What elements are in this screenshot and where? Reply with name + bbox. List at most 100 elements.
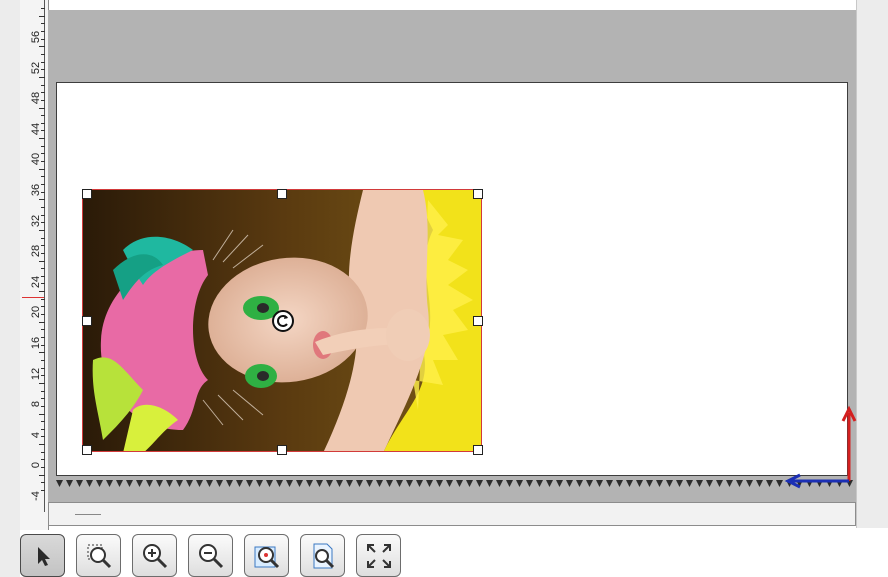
ruler-tick bbox=[41, 337, 45, 338]
ruler-label: 4 bbox=[30, 431, 42, 438]
ruler-tick-triangle bbox=[526, 480, 533, 487]
resize-handle-left[interactable] bbox=[82, 316, 92, 326]
ruler-tick bbox=[41, 482, 45, 484]
fit-to-window-button[interactable] bbox=[356, 534, 401, 577]
ruler-tick-triangle bbox=[256, 480, 263, 487]
ruler-tick-triangle bbox=[456, 480, 463, 487]
zoom-page-button[interactable] bbox=[300, 534, 345, 577]
resize-handle-top[interactable] bbox=[277, 189, 287, 199]
ruler-tick bbox=[41, 115, 45, 117]
ruler-tick-triangle bbox=[156, 480, 163, 487]
ruler-tick-triangle bbox=[486, 480, 493, 487]
ruler-tick-triangle bbox=[576, 480, 583, 487]
ruler-tick bbox=[41, 421, 45, 423]
resize-handle-bottom[interactable] bbox=[277, 445, 287, 455]
ruler-tick bbox=[41, 298, 45, 300]
ruler-tick-triangle bbox=[546, 480, 553, 487]
ruler-tick bbox=[41, 459, 45, 461]
ruler-label: 8 bbox=[30, 401, 42, 408]
ruler-tick bbox=[41, 398, 45, 400]
ruler-tick-triangle bbox=[126, 480, 133, 487]
ruler-tick-triangle bbox=[406, 480, 413, 487]
ruler-tick bbox=[41, 84, 45, 86]
ruler-tick-triangle bbox=[376, 480, 383, 487]
zoom-region-button[interactable] bbox=[76, 534, 121, 577]
ruler-tick bbox=[41, 184, 45, 185]
ruler-tick-triangle bbox=[96, 480, 103, 487]
ruler-tick-triangle bbox=[366, 480, 373, 487]
ruler-tick-triangle bbox=[496, 480, 503, 487]
ruler-tick-triangle bbox=[626, 480, 633, 487]
ruler-tick bbox=[41, 275, 45, 277]
ruler-tick-triangle bbox=[76, 480, 83, 487]
bottom-ruler-ticks bbox=[56, 480, 853, 487]
ruler-label: 16 bbox=[30, 336, 42, 350]
zoom-page-icon bbox=[313, 543, 334, 568]
ruler-label: -4 bbox=[30, 491, 42, 501]
ruler-label: 28 bbox=[30, 245, 42, 258]
scroll-grip[interactable] bbox=[75, 514, 101, 515]
ruler-tick-triangle bbox=[176, 480, 183, 487]
zoom-out-button[interactable] bbox=[188, 534, 233, 577]
ruler-tick bbox=[41, 206, 45, 208]
select-tool-button[interactable] bbox=[20, 534, 65, 577]
ruler-tick bbox=[41, 8, 45, 10]
ruler-tick bbox=[41, 214, 45, 216]
rotate-handle-icon[interactable] bbox=[271, 309, 295, 333]
resize-handle-right[interactable] bbox=[473, 316, 483, 326]
ruler-tick-triangle bbox=[636, 480, 643, 487]
resize-handle-top-right[interactable] bbox=[473, 189, 483, 199]
ruler-tick-triangle bbox=[566, 480, 573, 487]
ruler-tick bbox=[41, 61, 45, 63]
ruler-tick-triangle bbox=[106, 480, 113, 487]
ruler-label: 44 bbox=[30, 122, 42, 135]
ruler-tick-triangle bbox=[196, 480, 203, 487]
ruler-tick-triangle bbox=[416, 480, 423, 487]
ruler-tick-triangle bbox=[696, 480, 703, 487]
ruler-tick bbox=[39, 15, 45, 17]
ruler-tick-triangle bbox=[116, 480, 123, 487]
ruler-tick-triangle bbox=[446, 480, 453, 487]
zoom-selection-button[interactable] bbox=[244, 534, 289, 577]
ruler-tick-triangle bbox=[316, 480, 323, 487]
ruler-tick bbox=[41, 31, 45, 32]
ruler-tick-triangle bbox=[686, 480, 693, 487]
zoom-in-button[interactable] bbox=[132, 534, 177, 577]
ruler-tick-triangle bbox=[66, 480, 73, 487]
ruler-tick-triangle bbox=[306, 480, 313, 487]
ruler-tick-triangle bbox=[386, 480, 393, 487]
ruler-tick-triangle bbox=[756, 480, 763, 487]
ruler-tick bbox=[41, 53, 45, 55]
ruler-tick-triangle bbox=[276, 480, 283, 487]
ruler-tick-triangle bbox=[746, 480, 753, 487]
ruler-tick-triangle bbox=[586, 480, 593, 487]
ruler-tick-triangle bbox=[426, 480, 433, 487]
ruler-tick-triangle bbox=[726, 480, 733, 487]
ruler-tick bbox=[41, 176, 45, 178]
ruler-label: 0 bbox=[30, 462, 42, 469]
ruler-tick bbox=[41, 237, 45, 239]
ruler-tick bbox=[41, 451, 45, 453]
ruler-tick-triangle bbox=[146, 480, 153, 487]
ruler-tick-triangle bbox=[56, 480, 63, 487]
ruler-label: 36 bbox=[30, 183, 42, 197]
ruler-position-marker bbox=[22, 297, 44, 298]
zoom-selection-icon bbox=[254, 546, 279, 568]
horizontal-scrollbar[interactable] bbox=[48, 502, 856, 526]
ruler-tick bbox=[41, 145, 45, 147]
ruler-tick-triangle bbox=[666, 480, 673, 487]
ruler-tick bbox=[41, 122, 45, 124]
resize-handle-bottom-right[interactable] bbox=[473, 445, 483, 455]
resize-handle-bottom-left[interactable] bbox=[82, 445, 92, 455]
ruler-tick-triangle bbox=[516, 480, 523, 487]
resize-handle-top-left[interactable] bbox=[82, 189, 92, 199]
ruler-tick bbox=[41, 428, 45, 430]
zoom-out-icon bbox=[198, 543, 223, 568]
zoom-in-icon bbox=[142, 543, 167, 568]
ruler-tick-triangle bbox=[336, 480, 343, 487]
ruler-tick bbox=[41, 23, 45, 25]
ruler-tick-triangle bbox=[536, 480, 543, 487]
ruler-tick-triangle bbox=[736, 480, 743, 487]
ruler-tick-triangle bbox=[656, 480, 663, 487]
ruler-tick bbox=[41, 359, 45, 361]
